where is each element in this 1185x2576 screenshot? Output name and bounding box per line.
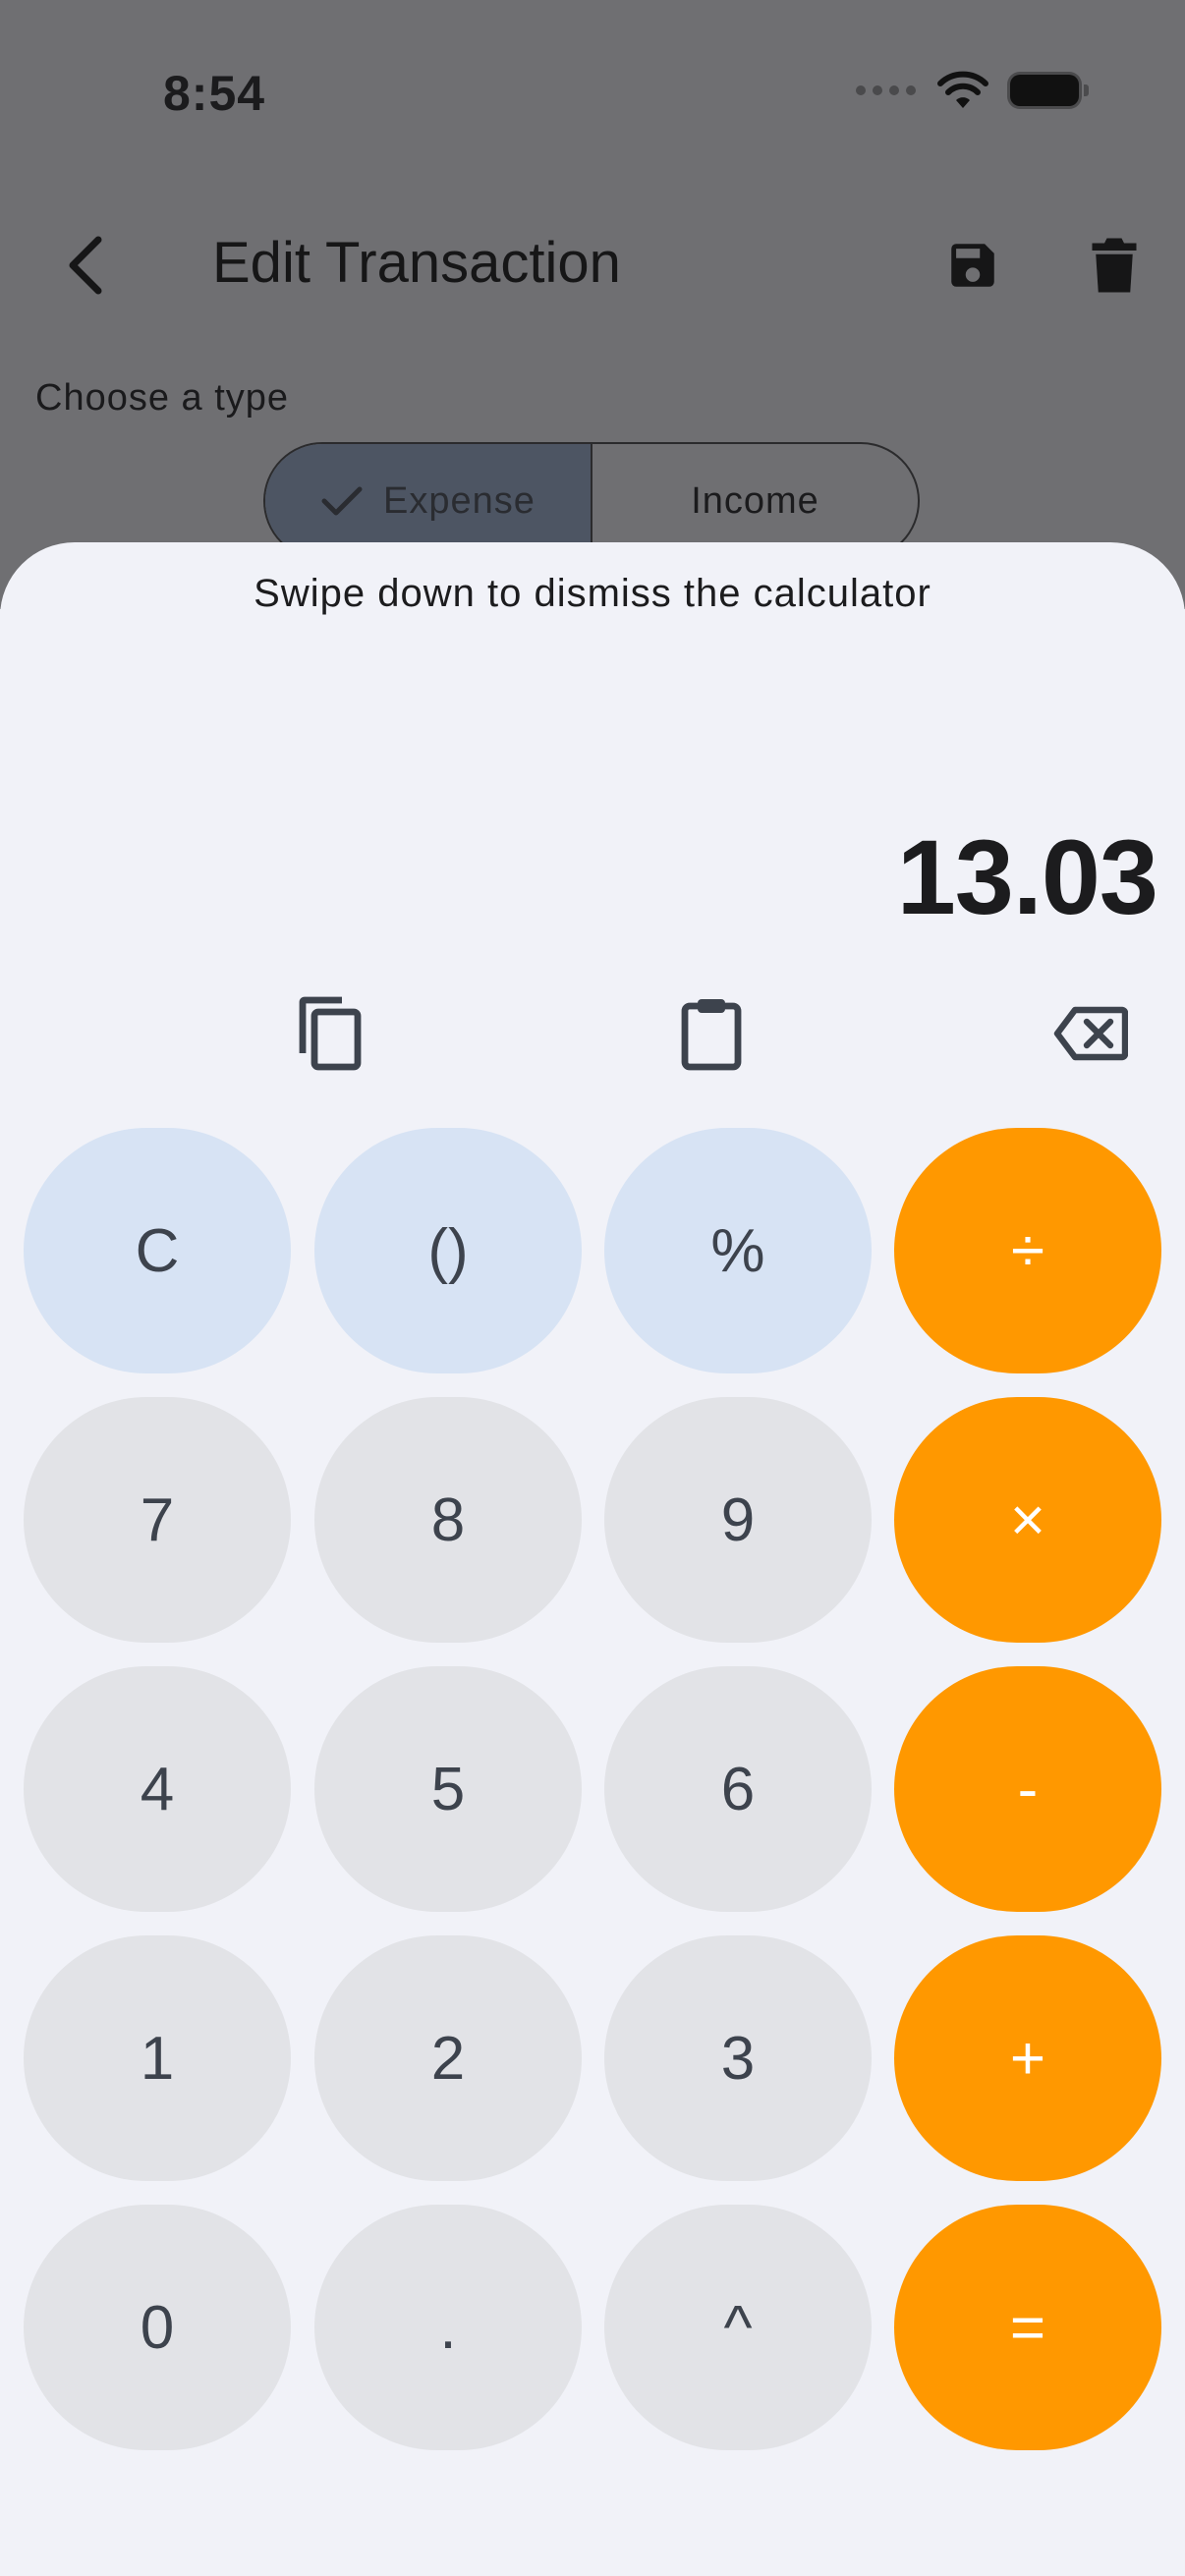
trash-icon <box>1092 238 1137 293</box>
key-add[interactable]: + <box>894 1935 1161 2181</box>
calculator-sheet[interactable]: Swipe down to dismiss the calculator 13.… <box>0 542 1185 2576</box>
back-button[interactable] <box>55 224 114 307</box>
key-9[interactable]: 9 <box>604 1397 872 1643</box>
key-subtract[interactable]: - <box>894 1666 1161 1912</box>
key-1[interactable]: 1 <box>24 1935 291 2181</box>
paste-button[interactable] <box>672 994 751 1073</box>
calculator-display: 13.03 <box>896 817 1158 936</box>
key-power[interactable]: ^ <box>604 2205 872 2450</box>
copy-icon <box>299 996 362 1071</box>
signal-dots-icon <box>856 85 916 95</box>
key-4[interactable]: 4 <box>24 1666 291 1912</box>
backspace-button[interactable] <box>1051 994 1130 1073</box>
key-5[interactable]: 5 <box>314 1666 582 1912</box>
key-clear[interactable]: C <box>24 1128 291 1373</box>
save-button[interactable] <box>933 224 1012 307</box>
backspace-icon <box>1053 1006 1128 1061</box>
segment-income-label: Income <box>691 479 819 522</box>
status-time: 8:54 <box>163 66 266 121</box>
key-3[interactable]: 3 <box>604 1935 872 2181</box>
wifi-icon <box>937 71 988 108</box>
key-8[interactable]: 8 <box>314 1397 582 1643</box>
page-title: Edit Transaction <box>212 231 621 295</box>
chevron-left-icon <box>69 236 102 295</box>
check-icon <box>321 486 363 516</box>
edit-transaction-screen: 8:54 Edit Transaction Choose a type Expe… <box>0 0 1185 609</box>
key-6[interactable]: 6 <box>604 1666 872 1912</box>
key-decimal[interactable]: . <box>314 2205 582 2450</box>
type-label: Choose a type <box>35 377 290 419</box>
delete-button[interactable] <box>1075 224 1154 307</box>
key-percent[interactable]: % <box>604 1128 872 1373</box>
copy-button[interactable] <box>291 994 369 1073</box>
segment-income[interactable]: Income <box>592 444 918 558</box>
status-icons <box>856 71 1089 110</box>
screen: 8:54 Edit Transaction Choose a type Expe… <box>0 0 1185 2576</box>
key-parentheses[interactable]: () <box>314 1128 582 1373</box>
key-2[interactable]: 2 <box>314 1935 582 2181</box>
key-7[interactable]: 7 <box>24 1397 291 1643</box>
key-multiply[interactable]: × <box>894 1397 1161 1643</box>
key-divide[interactable]: ÷ <box>894 1128 1161 1373</box>
key-0[interactable]: 0 <box>24 2205 291 2450</box>
clipboard-icon <box>681 999 742 1071</box>
segment-expense-label: Expense <box>383 479 536 522</box>
segment-expense[interactable]: Expense <box>265 444 592 558</box>
dismiss-hint: Swipe down to dismiss the calculator <box>254 572 931 615</box>
battery-icon <box>1010 75 1089 106</box>
key-equals[interactable]: = <box>894 2205 1161 2450</box>
save-icon <box>951 244 994 287</box>
